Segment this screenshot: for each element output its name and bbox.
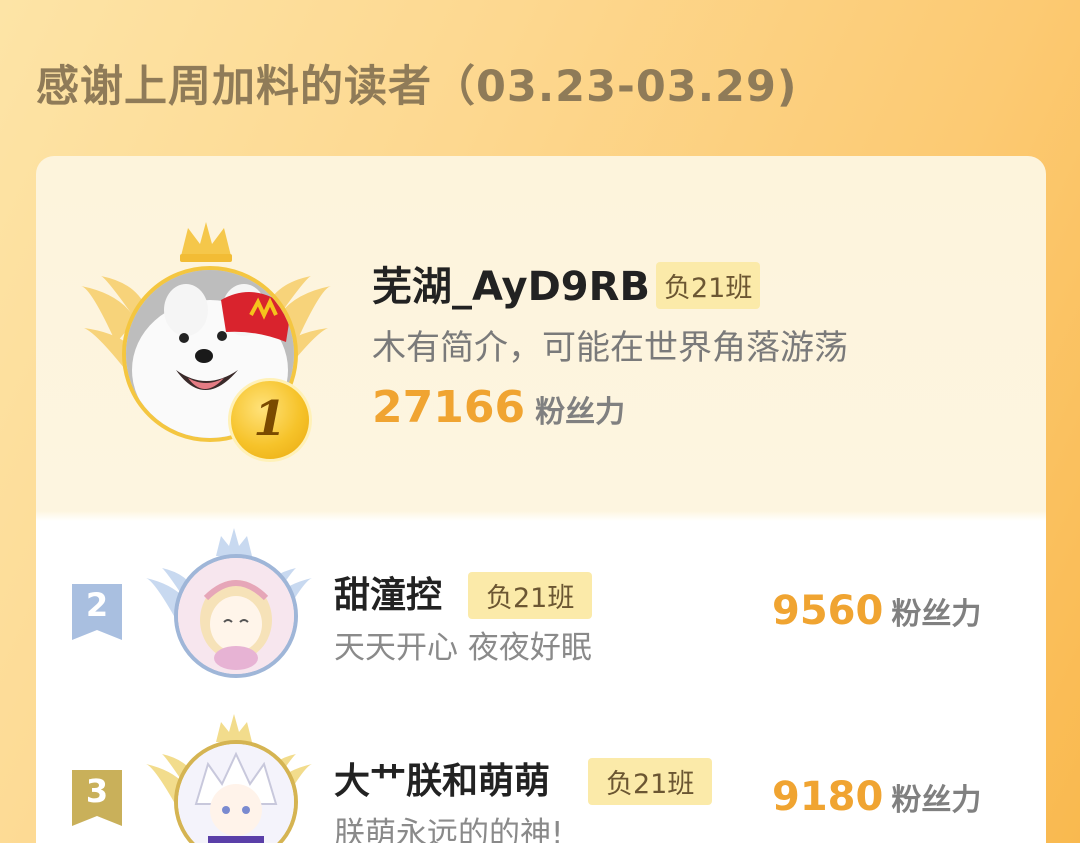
rank-1-number: 1: [253, 391, 287, 447]
user-bio: 朕萌永远的的神!: [334, 816, 564, 843]
score-unit: 粉丝力: [891, 597, 982, 632]
rank-3-number: 3: [85, 772, 109, 810]
user-bio: 木有简介，可能在世界角落游荡: [372, 328, 848, 368]
leaderboard-card: 1 芜湖_AyD9RB 负21班 木有简介，可能在世界角落游荡 27166 粉丝力…: [36, 156, 1046, 843]
fan-power-score: 27166 粉丝力: [372, 382, 625, 433]
anime-girl-avatar[interactable]: [174, 554, 298, 678]
rank-1-medal-icon: 1: [228, 378, 312, 462]
user-name[interactable]: 甜潼控: [334, 566, 442, 618]
page-title: 感谢上周加料的读者（03.23-03.29): [36, 62, 798, 112]
user-name[interactable]: 大艹朕和萌萌: [334, 752, 550, 804]
rank-2-number: 2: [85, 586, 109, 624]
score-value: 9180: [772, 774, 884, 820]
leaderboard-item-2[interactable]: 2 甜潼控 负21班 天天开心 夜夜好眠 9560 粉丝力: [36, 526, 1046, 686]
user-name[interactable]: 芜湖_AyD9RB: [372, 254, 650, 312]
class-badge: 负21班: [468, 572, 593, 619]
score-unit: 粉丝力: [535, 395, 626, 430]
fan-power-score: 9180 粉丝力: [772, 774, 981, 820]
fan-power-score: 9560 粉丝力: [772, 588, 981, 634]
user-bio: 天天开心 夜夜好眠: [334, 630, 592, 666]
score-value: 9560: [772, 588, 884, 634]
score-unit: 粉丝力: [891, 783, 982, 818]
leaderboard-item-3[interactable]: 3 大艹朕和萌萌 负21班 朕萌永远的的神! 9180 粉丝力: [36, 712, 1046, 843]
class-badge: 负21班: [588, 758, 713, 805]
score-value: 27166: [372, 382, 526, 433]
class-badge: 负21班: [656, 262, 761, 309]
